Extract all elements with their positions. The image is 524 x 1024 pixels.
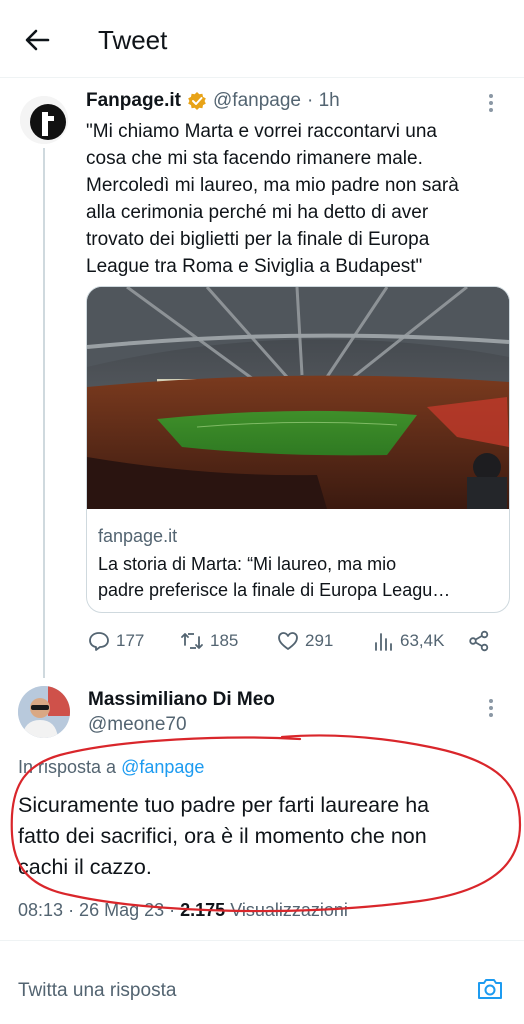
tweet-time: · 1h xyxy=(306,90,340,111)
reply-author-handle[interactable]: @meone70 xyxy=(88,714,187,736)
link-card-domain: fanpage.it xyxy=(98,526,178,546)
reply-text-line: fatto dei sacrifici, ora è il momento ch… xyxy=(18,824,427,848)
reply-meta: 08:13 · 26 Mag 23 · 2.175 Visualizzazion… xyxy=(18,900,348,921)
back-button[interactable] xyxy=(20,22,56,58)
in-reply-to: In risposta a @fanpage xyxy=(18,757,204,778)
reply-composer-input[interactable]: Twitta una risposta xyxy=(18,980,176,1002)
link-card-title: La storia di Marta: “Mi laureo, ma mio p… xyxy=(98,551,498,603)
reply-more-button[interactable] xyxy=(488,697,494,724)
reply-view-count: 2.175 xyxy=(180,900,226,920)
reply-author-avatar[interactable] xyxy=(18,686,70,738)
retweet-count: 185 xyxy=(210,631,239,650)
camera-button[interactable] xyxy=(476,976,504,1007)
reply-text-line: Sicuramente tuo padre per farti laureare… xyxy=(18,793,430,817)
reply-action[interactable]: 177 xyxy=(88,630,144,652)
author-name[interactable]: Fanpage.it xyxy=(86,90,181,112)
tweet-text-line: "Mi chiamo Marta e vorrei raccontarvi un… xyxy=(86,121,437,142)
tweet-more-button[interactable] xyxy=(488,92,494,119)
retweet-action[interactable]: 185 xyxy=(180,630,238,652)
thread-connector xyxy=(43,148,45,678)
reply-author-name[interactable]: Massimiliano Di Meo xyxy=(88,689,275,711)
retweet-icon xyxy=(181,633,203,649)
reply-text: Sicuramente tuo padre per farti laureare… xyxy=(18,790,514,883)
camera-icon xyxy=(478,979,502,999)
tweet-text: "Mi chiamo Marta e vorrei raccontarvi un… xyxy=(86,118,506,280)
reply-time: 08:13 xyxy=(18,900,64,920)
page-title: Tweet xyxy=(98,25,168,55)
verified-badge-icon xyxy=(188,92,206,110)
link-card-title-line: padre preferisce la finale di Europa Lea… xyxy=(98,580,451,600)
tweet-text-line: League tra Roma e Siviglia a Budapest" xyxy=(86,256,423,277)
user-photo-icon xyxy=(18,686,70,738)
like-action[interactable]: 291 xyxy=(277,630,333,652)
tweet-text-line: alla cerimonia perché mi ha detto di ave… xyxy=(86,202,429,223)
reply-icon xyxy=(89,632,109,651)
stadium-image xyxy=(87,287,509,509)
reply-divider xyxy=(0,940,524,941)
tweet-text-line: Mercoledì mi laureo, ma mio padre non sa… xyxy=(86,175,459,196)
reply-count: 177 xyxy=(116,631,145,650)
back-arrow-icon xyxy=(25,29,50,51)
reply-date: · 26 Mag 23 · xyxy=(68,900,176,920)
in-reply-prefix: In risposta a xyxy=(18,757,117,777)
fanpage-logo-icon xyxy=(20,96,68,144)
views-action[interactable]: 63,4K xyxy=(374,630,444,652)
reply-views-label: Visualizzazioni xyxy=(230,900,348,920)
fanpage-avatar[interactable] xyxy=(20,96,68,144)
in-reply-handle-link[interactable]: @fanpage xyxy=(121,757,204,777)
views-count: 63,4K xyxy=(400,631,445,650)
like-count: 291 xyxy=(305,631,334,650)
tweet-text-line: cosa che mi sta facendo rimanere male. xyxy=(86,148,423,169)
link-card-title-line: La storia di Marta: “Mi laureo, ma mio xyxy=(98,554,397,574)
reply-text-line: cachi il cazzo. xyxy=(18,855,152,879)
more-icon xyxy=(489,699,493,717)
header-divider xyxy=(0,77,524,78)
share-button[interactable] xyxy=(468,630,490,657)
tweet-text-line: trovato dei biglietti per la finale di E… xyxy=(86,229,430,250)
tweet-header: Fanpage.it @fanpage · 1h xyxy=(86,90,340,112)
more-icon xyxy=(489,94,493,112)
views-icon xyxy=(375,633,392,651)
like-icon xyxy=(278,632,298,650)
share-icon xyxy=(469,630,489,652)
author-handle[interactable]: @fanpage xyxy=(213,90,301,112)
